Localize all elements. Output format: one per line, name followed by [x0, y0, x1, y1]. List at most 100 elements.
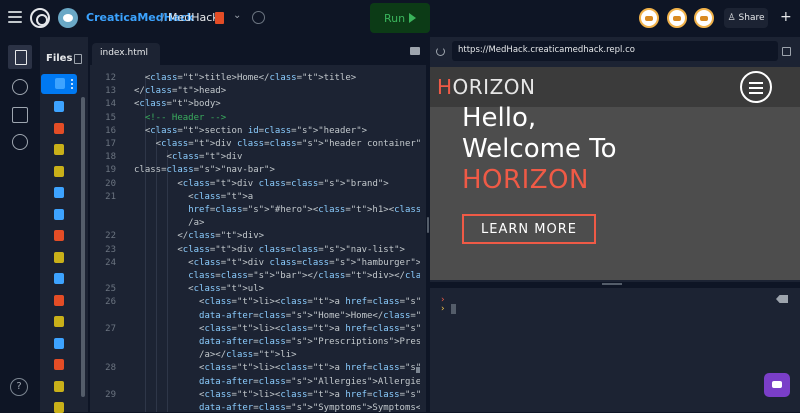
drag-handle[interactable]	[602, 283, 622, 285]
line-number: 29	[105, 389, 116, 400]
packages-icon[interactable]	[12, 107, 28, 123]
replit-logo-icon[interactable]	[30, 8, 50, 28]
code-line[interactable]: <class="t">a	[134, 192, 253, 202]
js-file-icon[interactable]	[54, 252, 64, 263]
collaborator-avatar[interactable]	[639, 8, 659, 28]
site-brand[interactable]: HORIZON	[437, 75, 536, 99]
code-line[interactable]: <class="t">div class=class="s">"nav-list…	[134, 245, 405, 255]
line-number: 14	[105, 99, 116, 110]
code-line[interactable]: </class="t">div>	[134, 231, 264, 241]
code-line[interactable]: <class="t">li><class="t">a href=class="s…	[134, 297, 420, 307]
brand-rest: ORIZON	[452, 75, 536, 99]
code-line[interactable]: <class="t">li><class="t">a href=class="s…	[134, 324, 420, 334]
line-number: 21	[105, 191, 116, 202]
code-editor[interactable]: index.html 12 <class="t">title>Home</cla…	[90, 37, 426, 412]
code-line[interactable]: <class="t">li><class="t">a href=class="s…	[134, 363, 420, 373]
code-line[interactable]: href=class="s">"#hero"><class="t">h1><cl…	[134, 205, 420, 215]
code-line[interactable]: data-after=class="s">"Symptoms">Symptoms…	[134, 403, 420, 412]
js-file-icon[interactable]	[54, 381, 64, 392]
code-line[interactable]: data-after=class="s">"Allergies">Allergi…	[134, 377, 420, 387]
menu-icon[interactable]	[8, 11, 22, 23]
settings-gear-icon[interactable]	[12, 134, 28, 150]
console-panel[interactable]: › ›	[430, 288, 800, 412]
code-line[interactable]: class=class="s">"nav-bar">	[134, 165, 275, 175]
open-new-tab-icon[interactable]	[782, 47, 791, 56]
history-icon[interactable]	[252, 11, 265, 24]
learn-more-label: LEARN MORE	[481, 221, 577, 237]
js-file-icon[interactable]	[54, 402, 64, 413]
code-line[interactable]: <class="t">body>	[134, 99, 221, 109]
console-cursor	[451, 304, 456, 314]
files-tool-icon[interactable]	[8, 45, 32, 69]
code-line[interactable]: <!-- Header -->	[134, 113, 226, 123]
html-file-icon[interactable]	[54, 230, 64, 241]
editor-scrollbar[interactable]	[416, 367, 420, 373]
line-number: 26	[105, 297, 116, 308]
code-line[interactable]: data-after=class="s">"Home">Home</class=…	[134, 311, 420, 321]
tab-label: index.html	[100, 48, 148, 58]
css-file-icon[interactable]	[54, 187, 64, 198]
url-field[interactable]: https://MedHack.creaticamedhack.repl.co	[452, 41, 778, 61]
hero-greeting: Hello,	[462, 103, 537, 133]
more-options-icon[interactable]	[71, 79, 73, 89]
site-header: HORIZON	[430, 67, 800, 107]
html-file-icon	[55, 78, 65, 89]
code-area[interactable]: 12 <class="t">title>Home</class="t">titl…	[90, 65, 420, 412]
collaborator-avatar[interactable]	[694, 8, 714, 28]
reload-icon[interactable]	[436, 47, 445, 56]
tab-index-html[interactable]: index.html	[92, 43, 160, 65]
code-line[interactable]: <class="t">li><class="t">a href=class="s…	[134, 390, 420, 400]
version-control-icon[interactable]	[12, 79, 28, 95]
code-line[interactable]: /a>	[134, 218, 204, 228]
code-line[interactable]: </class="t">head>	[134, 86, 226, 96]
editor-tabs: index.html	[90, 37, 426, 65]
code-line[interactable]: data-after=class="s">"Prescriptions">Pre…	[134, 337, 420, 347]
html-file-icon[interactable]	[54, 123, 64, 134]
code-line[interactable]: <class="t">title>Home</class="t">title>	[134, 73, 356, 83]
js-file-icon[interactable]	[54, 166, 64, 177]
chat-icon[interactable]	[764, 373, 790, 397]
css-file-icon[interactable]	[54, 101, 64, 112]
code-line[interactable]: <class="t">div	[134, 152, 243, 162]
clear-console-icon[interactable]	[776, 295, 788, 303]
html5-icon	[215, 12, 224, 24]
line-number: 20	[105, 178, 116, 189]
js-file-icon[interactable]	[54, 316, 64, 327]
webview-panel: https://MedHack.creaticamedhack.repl.co …	[430, 37, 800, 282]
file-item-selected[interactable]	[41, 74, 77, 94]
add-file-icon[interactable]	[74, 54, 82, 64]
drag-handle[interactable]	[427, 217, 429, 233]
run-button[interactable]: Run	[370, 3, 430, 33]
code-line[interactable]: /a></class="t">li>	[134, 350, 297, 360]
repl-avatar[interactable]	[58, 8, 78, 28]
js-file-icon[interactable]	[54, 144, 64, 155]
css-file-icon[interactable]	[54, 209, 64, 220]
editor-options-icon[interactable]	[410, 47, 420, 55]
top-bar: CreaticaMedHack / MedHack ⌄ Run ♙ Share …	[0, 0, 800, 37]
add-icon[interactable]: +	[780, 9, 792, 25]
html-file-icon[interactable]	[54, 359, 64, 370]
share-button[interactable]: ♙ Share	[724, 8, 768, 28]
learn-more-button[interactable]: LEARN MORE	[462, 214, 596, 244]
code-line[interactable]: <class="t">div class=class="s">"brand">	[134, 179, 388, 189]
line-number: 16	[105, 125, 116, 136]
console-prompt: ›	[440, 304, 446, 314]
run-label: Run	[383, 11, 406, 25]
help-button[interactable]: ?	[10, 378, 28, 396]
line-number: 27	[105, 323, 116, 334]
code-line[interactable]: <class="t">div class=class="s">"hamburge…	[134, 258, 420, 268]
css-file-icon[interactable]	[54, 338, 64, 349]
code-line[interactable]: <class="t">ul>	[134, 284, 264, 294]
chevron-down-icon[interactable]: ⌄	[233, 10, 241, 21]
code-line[interactable]: <class="t">div class=class="s">"header c…	[134, 139, 420, 149]
html-file-icon[interactable]	[54, 295, 64, 306]
files-scrollbar[interactable]	[81, 97, 85, 397]
line-number: 24	[105, 257, 116, 268]
code-line[interactable]: <class="t">section id=class="s">"header"…	[134, 126, 367, 136]
css-file-icon[interactable]	[54, 273, 64, 284]
line-number: 13	[105, 86, 116, 97]
repl-name[interactable]: MedHack	[168, 11, 219, 24]
hamburger-menu-icon[interactable]	[740, 71, 772, 103]
collaborator-avatar[interactable]	[667, 8, 687, 28]
code-line[interactable]: class=class="s">"bar"></class="t">div></…	[134, 271, 420, 281]
